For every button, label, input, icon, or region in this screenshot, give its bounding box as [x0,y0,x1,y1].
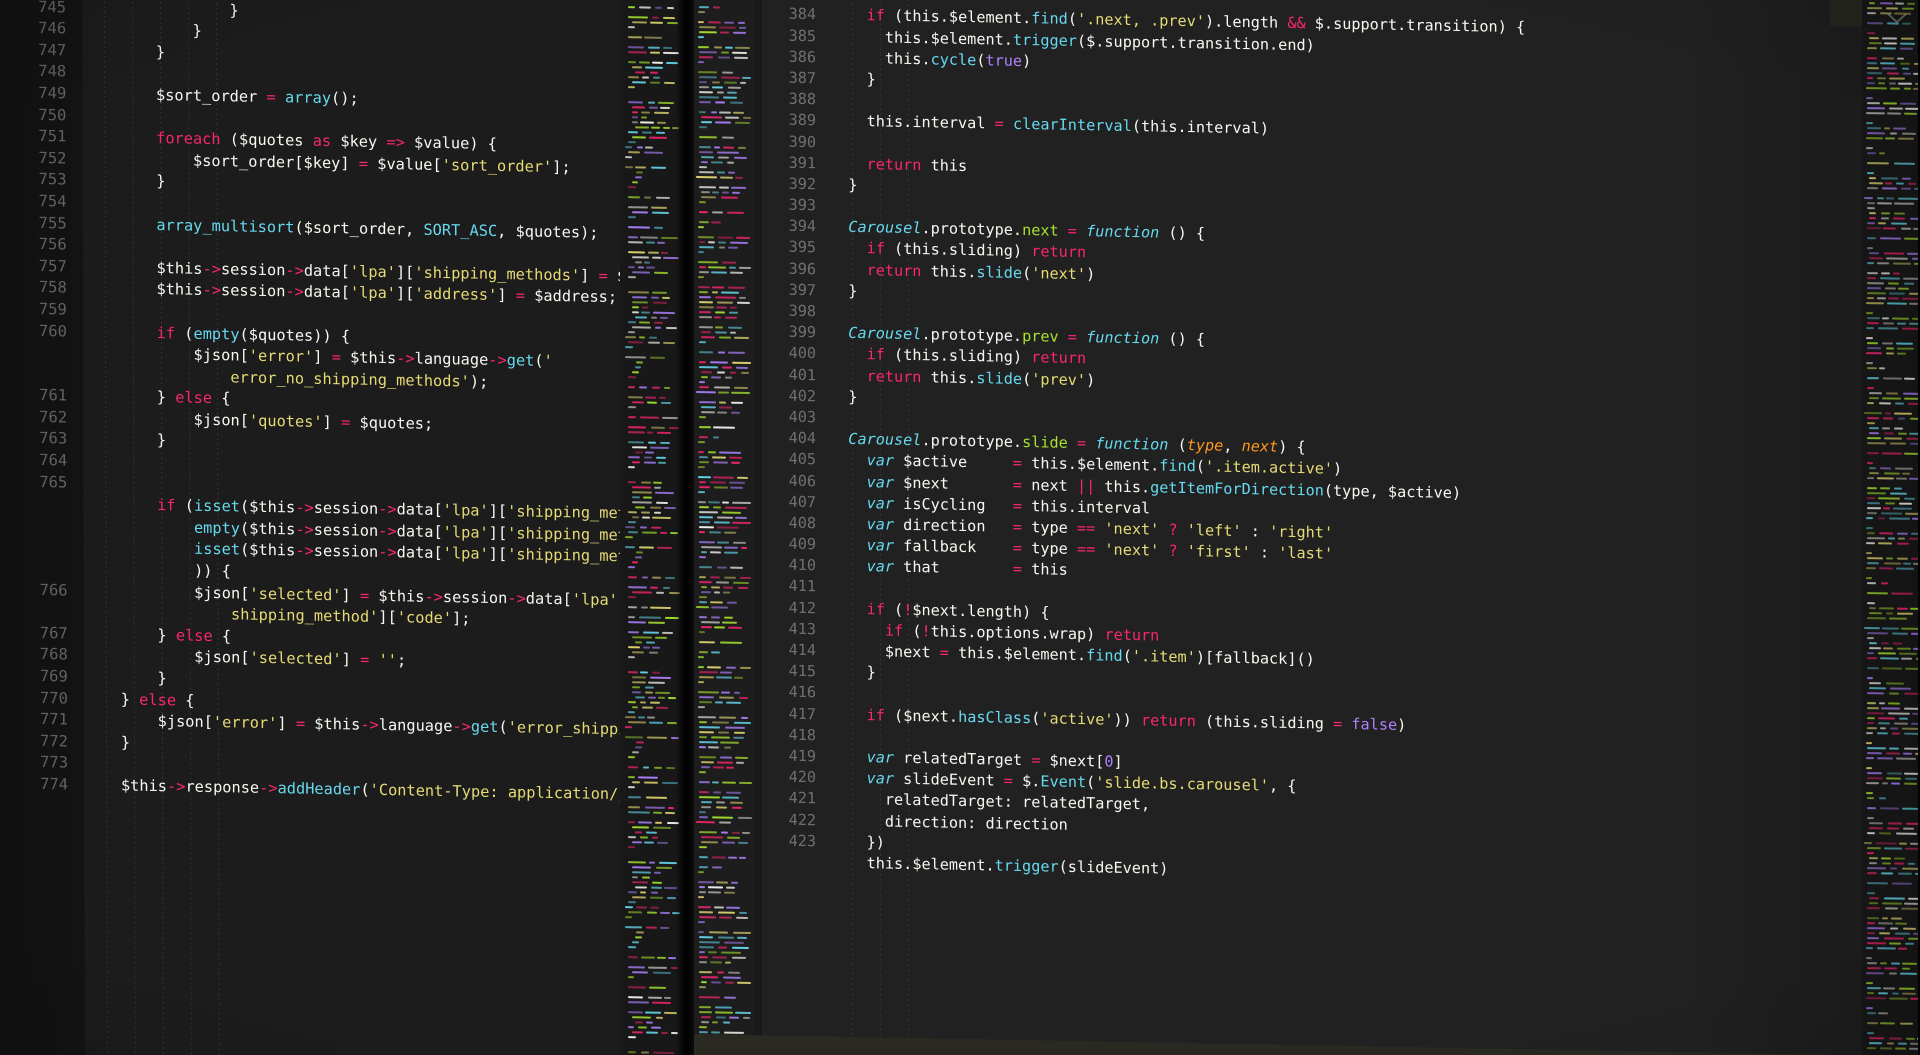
line-number: 746 [38,19,67,38]
line-number: · [0,363,67,386]
line-number: 766 [39,580,68,600]
line-number: 407 [788,492,816,511]
line-number: 756 [38,235,67,254]
line-number: 389 [788,111,816,130]
javascript-editor-pane[interactable]: 3823833843853863873883893903913923933943… [694,0,1920,1055]
line-number: 748 [38,62,67,81]
line-number: 396 [788,259,816,278]
line-number: 420 [788,767,816,787]
line-number: 752 [38,148,67,168]
line-number: 750 [38,105,67,125]
line-number: 390 [788,132,816,151]
line-number: 404 [788,428,816,448]
line-number: 411 [788,577,816,596]
line-number: 394 [788,216,816,236]
line-number: 749 [38,83,67,103]
line-number: 774 [40,774,69,794]
line-number: 386 [788,47,816,66]
line-number: 768 [39,645,68,664]
line-number: 414 [788,640,816,660]
line-number: 421 [788,789,816,808]
line-number: 408 [788,513,816,533]
php-editor-pane[interactable]: 7447457467477487497507517527537547557567… [0,0,697,1055]
line-number: 415 [788,661,816,681]
line-number: 765 [39,472,68,492]
code-minimap-far-right[interactable] [1862,0,1920,1055]
line-number: 772 [39,731,69,751]
line-number: 761 [39,386,68,405]
line-number: 413 [788,619,816,639]
line-number: · [0,600,68,623]
editor-screenshot: 7447457467477487497507517527537547557567… [0,0,1920,1055]
line-number: 770 [39,688,68,708]
pane-seam-shadow [676,0,684,1055]
line-number: 751 [38,127,67,146]
line-number [760,851,816,873]
line-number: 391 [788,153,816,172]
line-number: 773 [40,753,69,772]
line-number: 419 [788,746,816,766]
line-number: 764 [39,451,68,470]
line-number: 401 [788,365,816,384]
line-number: 767 [39,623,68,643]
line-number: · [0,536,68,559]
pane-divider[interactable] [684,0,694,1055]
line-number: 745 [38,0,67,17]
line-number: 403 [788,407,816,427]
code-content-left[interactable]: ); } } } $sort_order = array(); foreach … [82,0,697,807]
line-number: 760 [38,321,67,340]
line-number: 763 [39,429,68,448]
line-number: 395 [788,238,816,257]
chevron-down-icon[interactable] [1884,8,1910,28]
line-number: · [0,557,68,580]
line-number: 392 [788,174,816,194]
line-number-gutter-right: 3823833843853863873883893903913923933943… [760,0,816,873]
line-number: 771 [39,710,68,729]
line-number: 769 [39,667,68,686]
line-number: 418 [788,725,816,744]
line-number: 758 [38,278,67,297]
line-number: 405 [788,450,816,469]
line-number: 757 [38,256,67,276]
line-number: 410 [788,555,816,575]
line-number: 747 [38,40,67,60]
line-number: 393 [788,195,816,215]
line-number: 398 [788,301,816,321]
line-number: 754 [38,191,67,211]
code-content-right[interactable]: _ || (this.paused = true) if (this.$elem… [830,0,1920,894]
line-number: 417 [788,704,816,723]
line-number: 406 [788,471,816,490]
line-number: 755 [38,213,67,233]
line-number: 412 [788,598,816,617]
code-minimap-left[interactable] [620,0,682,1055]
minimap-line [1862,1051,1920,1055]
line-number: 399 [788,322,816,342]
line-number: 388 [788,89,816,109]
line-number: 387 [788,68,816,88]
line-number: · [0,341,67,364]
line-number: 397 [788,280,816,300]
line-number: 400 [788,344,816,363]
line-number: · [0,493,67,516]
line-number: 422 [788,810,816,829]
line-number: 759 [38,299,67,319]
code-minimap-right[interactable] [694,0,754,1055]
line-number: 385 [788,26,816,45]
line-number-gutter-left: 7447457467477487497507517527537547557567… [0,0,68,796]
line-number: 402 [788,386,816,405]
line-number: 762 [39,407,68,427]
line-number: 409 [788,534,816,554]
line-number: 416 [788,683,816,702]
line-number: 423 [788,831,816,850]
line-number: 384 [788,5,816,24]
line-number: 753 [38,170,67,189]
line-number: · [0,514,67,537]
